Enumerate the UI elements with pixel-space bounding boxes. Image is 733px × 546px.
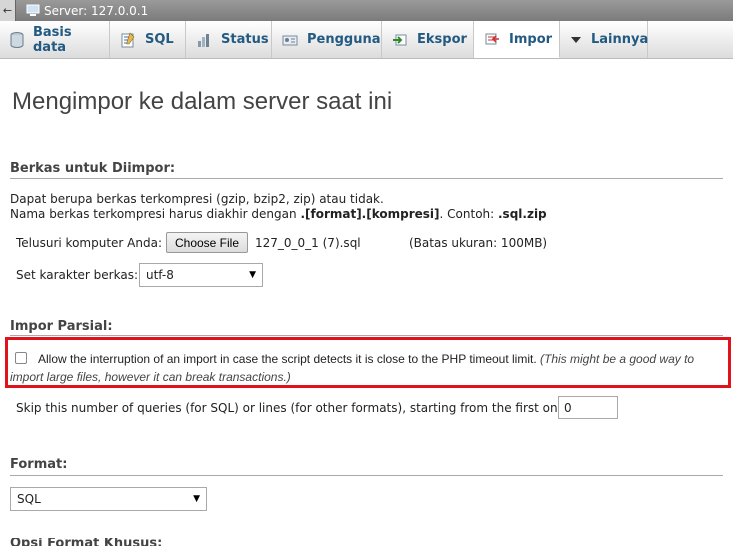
tab-label: Basis data xyxy=(33,24,72,55)
choose-file-button[interactable]: Choose File xyxy=(166,232,248,253)
charset-selected-value: utf-8 xyxy=(146,268,174,282)
file-section-legend: Berkas untuk Diimpor: xyxy=(10,161,176,176)
sql-icon xyxy=(120,31,136,48)
filename-note-prefix: Nama berkas terkompresi harus diakhir de… xyxy=(10,207,301,221)
tab-lainnya[interactable]: Lainnya xyxy=(560,21,648,58)
divider xyxy=(10,335,723,336)
dropdown-arrow-icon: ▼ xyxy=(249,270,256,280)
skip-queries-input[interactable]: 0 xyxy=(558,396,618,419)
tab-status[interactable]: Status xyxy=(186,21,272,58)
filename-note-mid: . Contoh: xyxy=(439,207,498,221)
compression-note: Dapat berupa berkas terkompresi (gzip, b… xyxy=(10,192,384,206)
filename-note-format: .[format].[kompresi] xyxy=(300,207,440,221)
skip-label: Skip this number of queries (for SQL) or… xyxy=(16,401,570,415)
tab-label: Lainnya xyxy=(591,32,649,47)
charset-select[interactable]: utf-8 ▼ xyxy=(139,263,263,287)
skip-queries-value: 0 xyxy=(564,400,572,415)
selected-file-name: 127_0_0_1 (7).sql xyxy=(255,236,361,250)
tab-ekspor[interactable]: Ekspor xyxy=(382,21,474,58)
status-icon xyxy=(196,32,212,48)
format-options-heading: Opsi Format Khusus: xyxy=(10,538,163,546)
format-selected-value: SQL xyxy=(17,492,41,506)
tab-impor[interactable]: Impor xyxy=(474,21,560,58)
charset-label: Set karakter berkas: xyxy=(16,268,139,282)
server-breadcrumb-bar: ← Server: 127.0.0.1 xyxy=(0,0,733,21)
server-title[interactable]: Server: 127.0.0.1 xyxy=(44,4,148,18)
database-icon xyxy=(10,31,24,48)
tab-basis-data[interactable]: Basis data xyxy=(0,21,110,58)
top-menu-tabs: Basis data SQL Status Pengguna Ekspor Im… xyxy=(0,21,733,59)
chevron-down-icon xyxy=(570,35,582,45)
tab-label: Impor xyxy=(509,31,553,47)
divider xyxy=(10,475,723,476)
divider xyxy=(10,178,723,179)
import-icon xyxy=(484,31,500,47)
filename-note-example: .sql.zip xyxy=(498,207,547,221)
collapse-arrow-icon[interactable]: ← xyxy=(0,0,16,21)
tab-pengguna[interactable]: Pengguna xyxy=(272,21,382,58)
allow-interrupt-text: Allow the interruption of an import in c… xyxy=(38,352,537,366)
max-upload-size: (Batas ukuran: 100MB) xyxy=(409,236,548,250)
users-icon xyxy=(282,32,298,48)
format-section-legend: Format: xyxy=(10,457,68,472)
tab-label: Status xyxy=(221,32,269,47)
tab-label: Ekspor xyxy=(417,32,467,47)
server-icon xyxy=(26,4,40,17)
format-select[interactable]: SQL ▼ xyxy=(10,487,207,511)
dropdown-arrow-icon: ▼ xyxy=(193,494,200,504)
browse-label: Telusuri komputer Anda: xyxy=(16,236,162,250)
tab-label: Pengguna xyxy=(307,32,381,47)
page-title: Mengimpor ke dalam server saat ini xyxy=(12,88,393,115)
tab-label: SQL xyxy=(145,32,174,47)
filename-note: Nama berkas terkompresi harus diakhir de… xyxy=(10,207,547,221)
allow-interrupt-label[interactable]: Allow the interruption of an import in c… xyxy=(10,350,728,386)
tab-sql[interactable]: SQL xyxy=(110,21,186,58)
partial-section-legend: Impor Parsial: xyxy=(10,319,113,334)
export-icon xyxy=(392,32,408,48)
